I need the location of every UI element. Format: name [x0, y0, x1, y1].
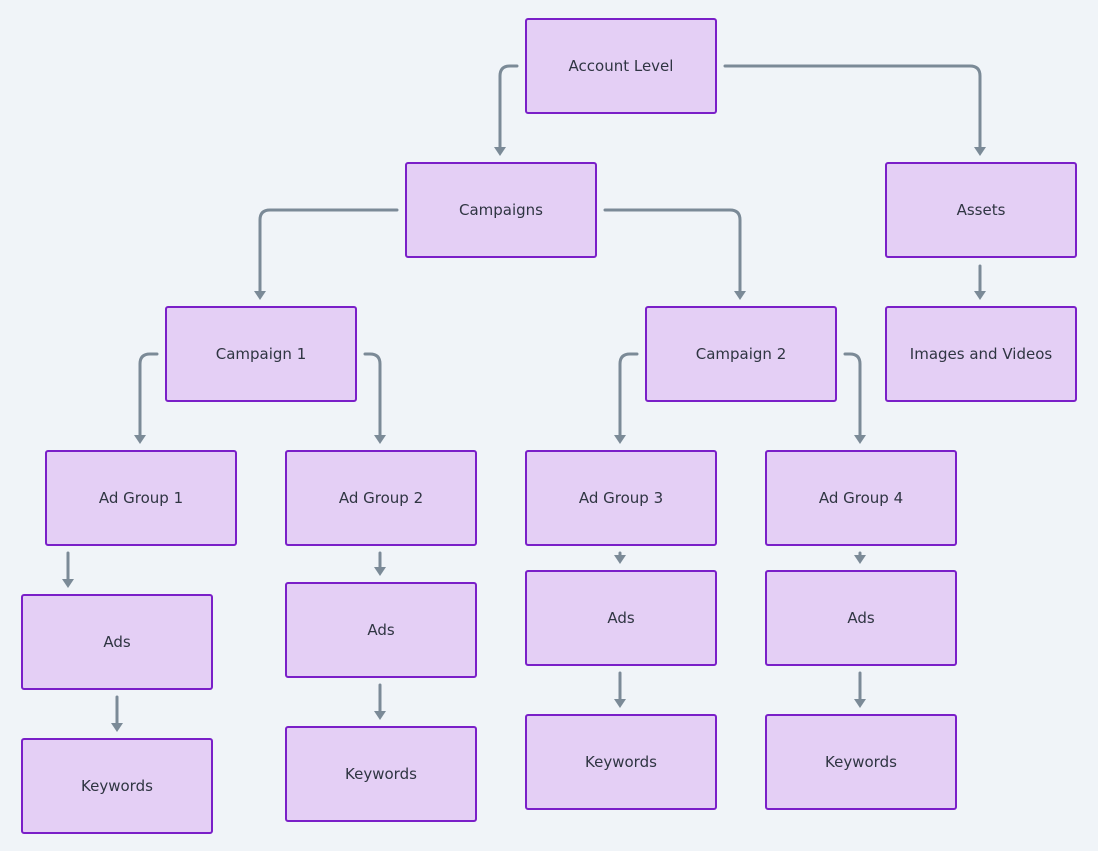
edge-campaigns-to-campaign1	[254, 208, 399, 300]
node-campaign1: Campaign 1	[165, 306, 357, 402]
node-keywords3: Keywords	[525, 714, 717, 810]
edge-campaigns-to-campaign2	[603, 208, 746, 300]
node-label: Ads	[367, 621, 395, 639]
node-ads1: Ads	[21, 594, 213, 690]
node-label: Ads	[103, 633, 131, 651]
node-campaigns: Campaigns	[405, 162, 597, 258]
node-label: Keywords	[81, 777, 153, 795]
node-label: Ad Group 2	[338, 489, 424, 507]
node-adgroup4: Ad Group 4	[765, 450, 957, 546]
node-label: Keywords	[585, 753, 657, 771]
node-ads2: Ads	[285, 582, 477, 678]
node-campaign2: Campaign 2	[645, 306, 837, 402]
edge-account-to-campaigns	[494, 64, 519, 156]
node-keywords4: Keywords	[765, 714, 957, 810]
node-label: Ads	[847, 609, 875, 627]
node-label: Campaign 1	[215, 345, 307, 363]
node-label: Assets	[956, 201, 1006, 219]
node-label: Account Level	[568, 57, 674, 75]
node-label: Ads	[607, 609, 635, 627]
node-label: Images and Videos	[909, 345, 1053, 363]
node-ads4: Ads	[765, 570, 957, 666]
edge-campaign1-to-adgroup1	[134, 352, 159, 444]
node-label: Keywords	[825, 753, 897, 771]
node-label: Ad Group 3	[578, 489, 664, 507]
node-label: Ad Group 4	[818, 489, 904, 507]
edge-campaign2-to-adgroup4	[843, 352, 866, 444]
node-label: Ad Group 1	[98, 489, 184, 507]
edge-account-to-assets	[723, 64, 986, 156]
node-label: Campaign 2	[695, 345, 787, 363]
edge-campaign1-to-adgroup2	[363, 352, 386, 444]
node-images: Images and Videos	[885, 306, 1077, 402]
node-label: Campaigns	[458, 201, 543, 219]
node-account: Account Level	[525, 18, 717, 114]
node-adgroup1: Ad Group 1	[45, 450, 237, 546]
edge-campaign2-to-adgroup3	[614, 352, 639, 444]
node-adgroup2: Ad Group 2	[285, 450, 477, 546]
node-ads3: Ads	[525, 570, 717, 666]
node-adgroup3: Ad Group 3	[525, 450, 717, 546]
node-label: Keywords	[345, 765, 417, 783]
node-keywords2: Keywords	[285, 726, 477, 822]
node-keywords1: Keywords	[21, 738, 213, 834]
node-assets: Assets	[885, 162, 1077, 258]
